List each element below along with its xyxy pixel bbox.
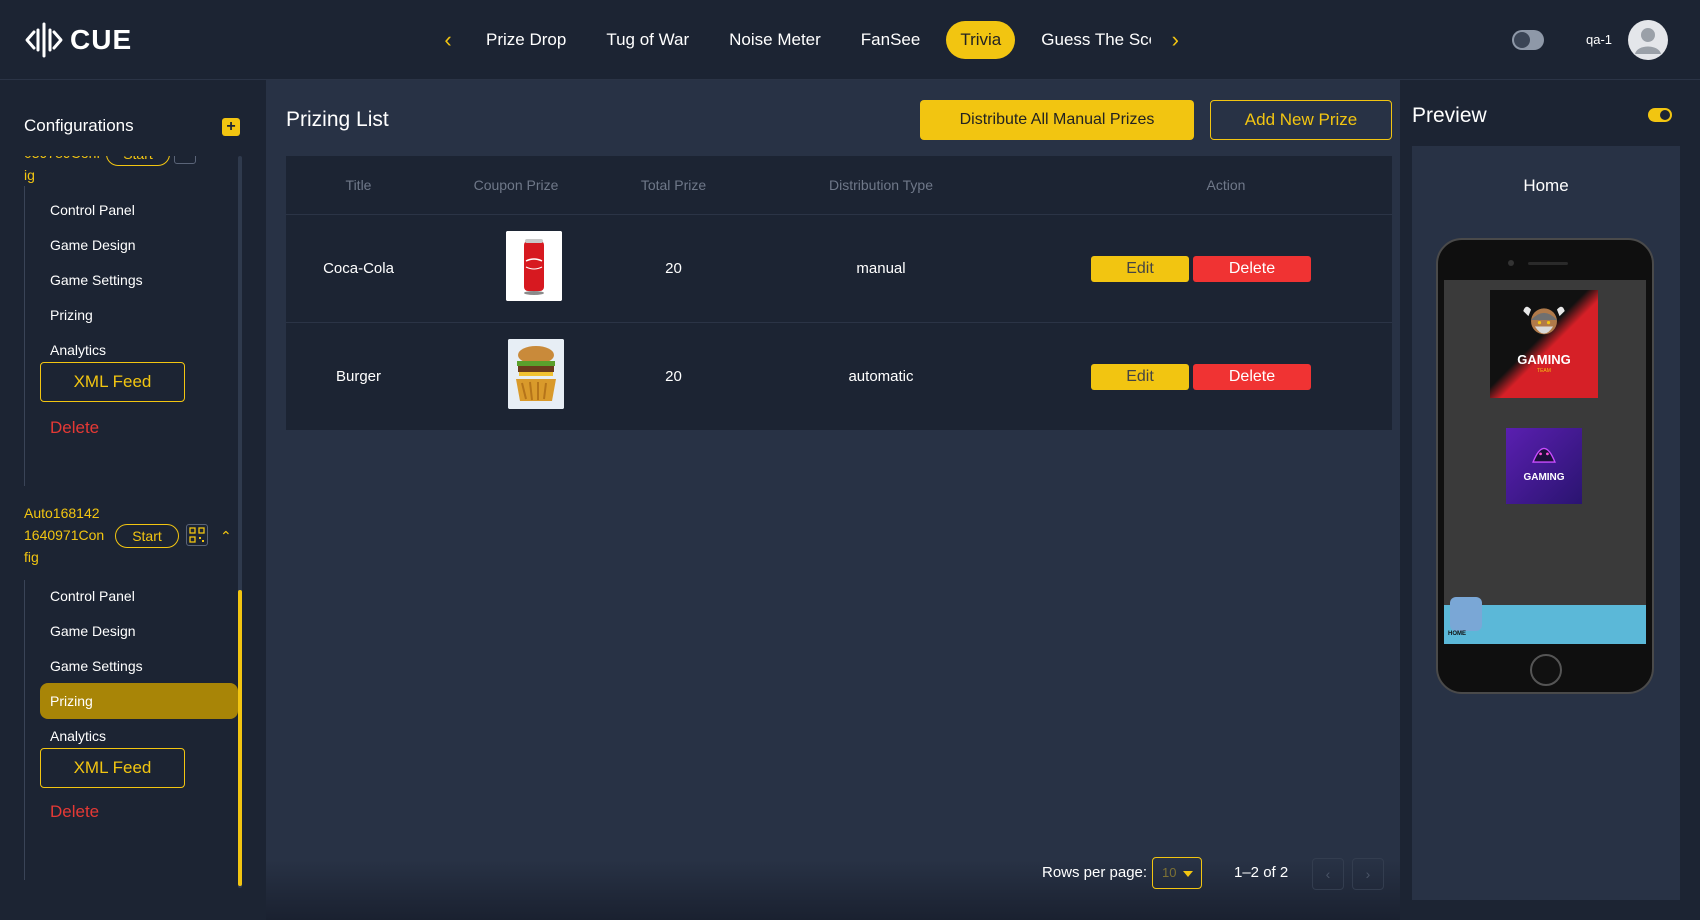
prize-title: Burger <box>335 368 382 385</box>
menu-prizing[interactable]: Prizing <box>40 297 238 333</box>
delete-config-link[interactable]: Delete <box>50 802 99 822</box>
phone-camera <box>1508 260 1514 266</box>
theme-toggle[interactable] <box>1512 30 1544 50</box>
gaming-logo-text: GAMING <box>1517 352 1571 367</box>
user-name: qa-1 <box>1586 32 1613 47</box>
prize-distribution-type: automatic <box>848 368 914 385</box>
preview-page-label: Home <box>1523 176 1569 195</box>
menu-game-design[interactable]: Game Design <box>40 613 238 649</box>
prize-total: 20 <box>665 368 682 385</box>
column-header-distribution: Distribution Type <box>828 177 933 193</box>
config-list: 039789Conf ig Start ⌃ Control Panel Game… <box>0 156 244 888</box>
menu-game-design[interactable]: Game Design <box>40 227 238 263</box>
phone-home-button <box>1530 654 1562 686</box>
menu-game-settings[interactable]: Game Settings <box>40 648 238 684</box>
game-nav: ‹ Prize Drop Tug of War Noise Meter FanS… <box>430 20 1193 60</box>
prize-title: Coca-Cola <box>323 260 394 277</box>
nav-prev-icon[interactable]: ‹ <box>430 20 466 60</box>
rows-per-page-value: 10 <box>1162 865 1177 880</box>
prize-distribution-type: manual <box>856 260 906 277</box>
add-config-icon[interactable]: + <box>222 118 240 136</box>
prizing-table: Title Coupon Prize Total Prize Distribut… <box>286 156 1392 430</box>
distribute-all-button[interactable]: Distribute All Manual Prizes <box>920 100 1194 140</box>
xml-feed-button[interactable]: XML Feed <box>40 362 185 402</box>
logo-icon <box>25 22 63 58</box>
collapse-chevron-icon[interactable]: ⌃ <box>204 156 218 162</box>
theme-toggle-knob <box>1514 32 1530 48</box>
sidebar-title: Configurations <box>24 116 134 135</box>
prev-page-icon[interactable]: ‹ <box>1312 858 1344 890</box>
coca-cola-can-icon <box>506 231 562 301</box>
pagination-range: 1–2 of 2 <box>1234 864 1289 881</box>
user-avatar-icon <box>1635 28 1661 54</box>
delete-button[interactable]: Delete <box>1193 256 1311 282</box>
column-header-coupon: Coupon Prize <box>473 177 559 193</box>
rows-per-page-select[interactable]: 10 <box>1152 857 1202 889</box>
add-new-prize-button[interactable]: Add New Prize <box>1210 100 1392 140</box>
config-name: 039789Conf ig <box>24 156 100 183</box>
gaming-logo-2: GAMING <box>1506 428 1582 504</box>
menu-divider <box>24 186 25 486</box>
menu-prizing-active[interactable]: Prizing <box>40 683 238 719</box>
rows-per-page-label: Rows per page: <box>1042 864 1148 881</box>
preview-home-button <box>1450 597 1482 631</box>
start-button[interactable]: Start <box>115 524 179 548</box>
burger-icon <box>508 339 564 409</box>
collapse-chevron-icon[interactable]: ⌃ <box>220 528 234 544</box>
nav-next-icon[interactable]: › <box>1157 20 1193 60</box>
table-footer <box>266 860 1400 920</box>
phone-mockup: GAMING TEAM GAMING HOME <box>1436 238 1654 694</box>
top-bar: CUE ‹ Prize Drop Tug of War Noise Meter … <box>0 0 1700 80</box>
xml-feed-button[interactable]: XML Feed <box>40 748 185 788</box>
column-header-title: Title <box>345 177 372 193</box>
config-name: Auto168142 1640971Con fig <box>24 505 105 565</box>
prize-total: 20 <box>665 260 682 277</box>
page-title: Prizing List <box>286 108 389 131</box>
edit-button[interactable]: Edit <box>1091 364 1189 390</box>
tab-prize-drop[interactable]: Prize Drop <box>472 21 580 59</box>
preview-bottom-label: HOME <box>1448 631 1466 637</box>
edit-button[interactable]: Edit <box>1091 256 1189 282</box>
sidebar: Configurations + 039789Conf ig Start ⌃ C… <box>0 80 266 920</box>
dropdown-caret-icon <box>1183 871 1193 877</box>
coupon-image <box>506 231 562 301</box>
tab-noise-meter[interactable]: Noise Meter <box>715 21 835 59</box>
preview-toggle[interactable] <box>1648 108 1672 122</box>
preview-frame: Home GAMING TEAM GAMING HOME <box>1412 146 1680 900</box>
menu-game-settings[interactable]: Game Settings <box>40 262 238 298</box>
qr-code-icon[interactable] <box>186 524 208 546</box>
phone-screen: GAMING TEAM GAMING HOME <box>1444 280 1646 644</box>
next-page-icon[interactable]: › <box>1352 858 1384 890</box>
main-content: Prizing List Distribute All Manual Prize… <box>266 80 1400 920</box>
preview-toggle-knob <box>1660 110 1670 120</box>
preview-panel: Preview Home GAMING TEAM GAMING HOME <box>1400 80 1700 920</box>
phone-speaker <box>1528 262 1568 265</box>
table-row: Coca-Cola 20 manual Edit Delete <box>286 214 1392 322</box>
menu-control-panel[interactable]: Control Panel <box>40 192 238 228</box>
coupon-image <box>508 339 564 409</box>
delete-config-link[interactable]: Delete <box>50 418 99 438</box>
tab-guess-the-score[interactable]: Guess The Sco <box>1027 21 1151 59</box>
column-header-total: Total Prize <box>640 177 707 193</box>
tab-tug-of-war[interactable]: Tug of War <box>592 21 703 59</box>
logo-text: CUE <box>70 24 133 55</box>
menu-divider <box>24 580 25 880</box>
avatar[interactable] <box>1628 20 1668 60</box>
delete-button[interactable]: Delete <box>1193 364 1311 390</box>
preview-title: Preview <box>1412 104 1487 127</box>
gaming-logo-subtext: TEAM <box>1537 368 1551 374</box>
qr-code-icon[interactable] <box>174 156 196 164</box>
app-logo[interactable]: CUE <box>24 20 132 60</box>
menu-control-panel[interactable]: Control Panel <box>40 578 238 614</box>
gaming-logo-2-text: GAMING <box>1523 472 1565 483</box>
tab-fansee[interactable]: FanSee <box>847 21 935 59</box>
table-row: Burger 20 automatic Edit Delete <box>286 322 1392 430</box>
gaming-team-logo: GAMING TEAM <box>1490 290 1598 398</box>
start-button[interactable]: Start <box>106 156 170 166</box>
tab-trivia[interactable]: Trivia <box>946 21 1016 59</box>
qr-glyph-icon <box>189 527 205 543</box>
column-header-action: Action <box>1206 177 1246 193</box>
